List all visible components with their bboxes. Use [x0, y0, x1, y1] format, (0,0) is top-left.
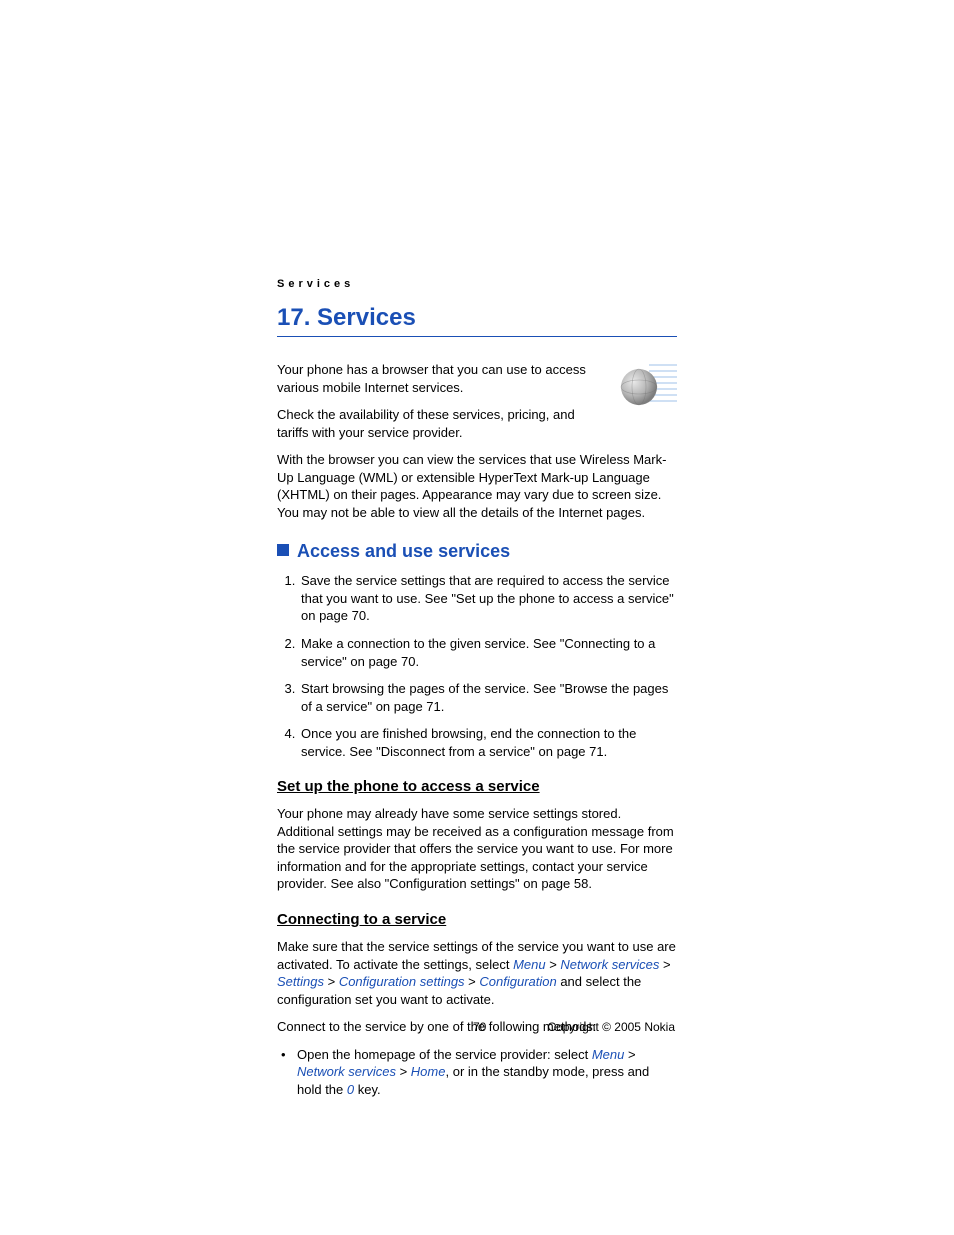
intro-block: Your phone has a browser that you can us… [277, 361, 677, 451]
globe-icon [611, 361, 677, 413]
chapter-name: Services [317, 304, 416, 331]
list-item: Once you are finished browsing, end the … [299, 725, 677, 760]
page-number: 70 [473, 1020, 486, 1034]
connect-methods-list: Open the homepage of the service provide… [277, 1046, 677, 1099]
list-item: Open the homepage of the service provide… [297, 1046, 677, 1099]
bullet-prefix: Open the homepage of the service provide… [297, 1047, 592, 1062]
configuration-settings-ref[interactable]: Configuration settings [339, 974, 465, 989]
list-item: Start browsing the pages of the service.… [299, 680, 677, 715]
page-footer: 70 Copyright © 2005 Nokia [277, 1020, 677, 1034]
list-item: Make a connection to the given service. … [299, 635, 677, 670]
sub-connect-lead: Make sure that the service settings of t… [277, 938, 677, 1008]
configuration-ref[interactable]: Configuration [479, 974, 556, 989]
chapter-title: 17. Services [277, 304, 677, 336]
access-steps-list: Save the service settings that are requi… [277, 572, 677, 760]
chapter-rule [277, 336, 677, 337]
sub-setup-body: Your phone may already have some service… [277, 805, 677, 893]
section-access-title: Access and use services [277, 541, 677, 562]
chapter-number: 17. [277, 304, 310, 331]
network-services-ref[interactable]: Network services [560, 957, 659, 972]
home-ref[interactable]: Home [411, 1064, 446, 1079]
settings-ref[interactable]: Settings [277, 974, 324, 989]
network-services-ref[interactable]: Network services [297, 1064, 396, 1079]
section-bullet-icon [277, 544, 289, 556]
list-item: Save the service settings that are requi… [299, 572, 677, 625]
section-access-label: Access and use services [297, 541, 510, 561]
menu-ref[interactable]: Menu [592, 1047, 625, 1062]
menu-ref[interactable]: Menu [513, 957, 546, 972]
page-content: Services 17. Services [277, 278, 677, 1108]
copyright: Copyright © 2005 Nokia [547, 1020, 677, 1034]
intro-p3: With the browser you can view the servic… [277, 451, 677, 521]
sub-connect-title: Connecting to a service [277, 911, 677, 928]
bullet-end: key. [354, 1082, 381, 1097]
running-header: Services [277, 278, 677, 290]
sub-setup-title: Set up the phone to access a service [277, 778, 677, 795]
